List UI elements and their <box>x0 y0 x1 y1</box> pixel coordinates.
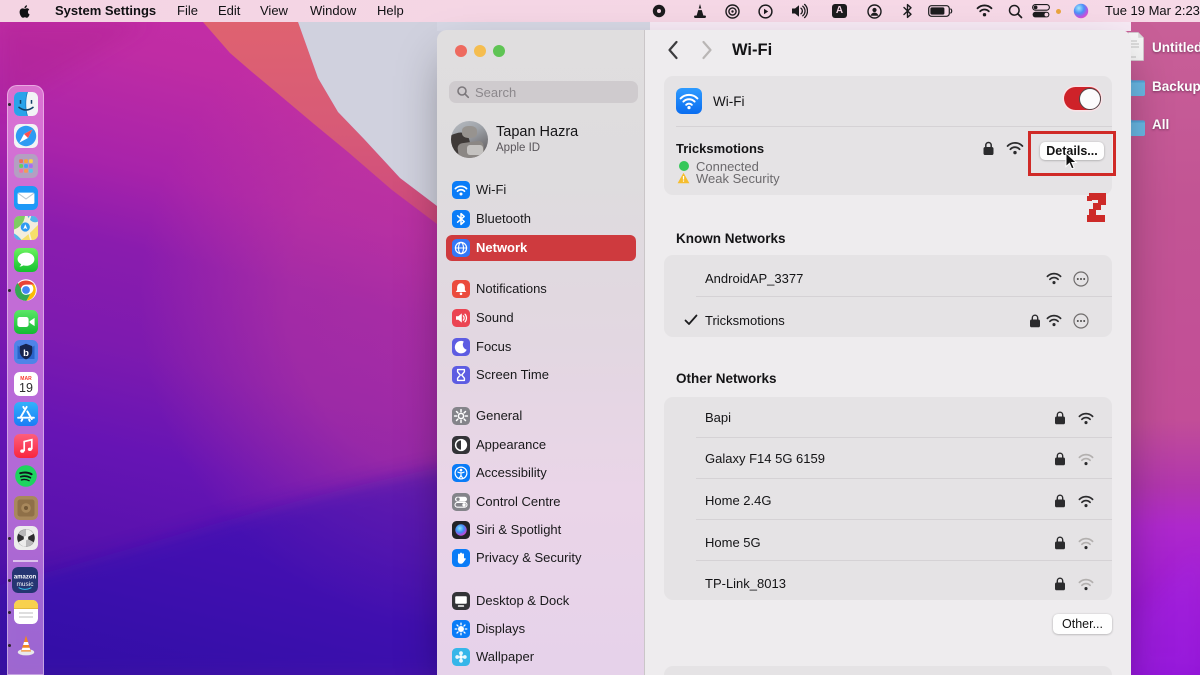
svg-text:music: music <box>17 581 35 588</box>
svg-text:amazon: amazon <box>14 575 37 581</box>
svg-text:19: 19 <box>19 381 33 395</box>
svg-text:b: b <box>23 348 29 359</box>
